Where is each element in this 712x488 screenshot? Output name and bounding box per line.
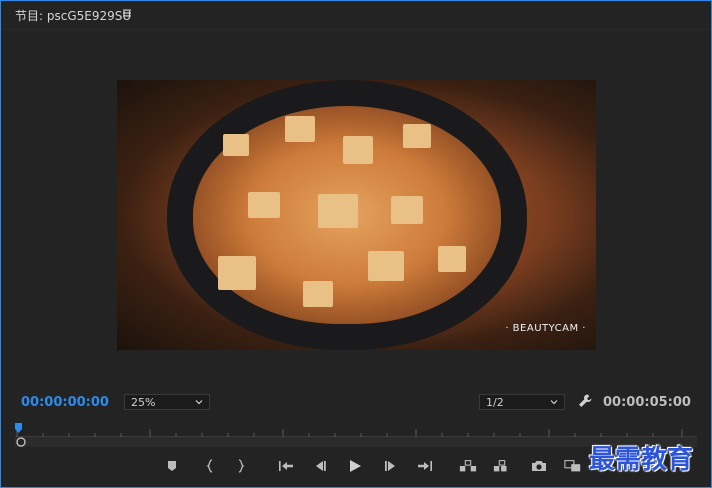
go-to-out-button[interactable] — [416, 457, 434, 475]
food-bowl-image — [167, 80, 527, 350]
add-marker-icon — [168, 461, 176, 471]
tofu-piece — [403, 124, 431, 148]
mark-out-button[interactable] — [232, 457, 250, 475]
tofu-piece — [318, 194, 358, 228]
mark-in-icon — [206, 459, 213, 473]
scrubber-handle[interactable] — [16, 437, 26, 447]
extract-button[interactable] — [493, 457, 511, 475]
tofu-piece — [343, 136, 373, 164]
current-timecode[interactable]: 00:00:00:00 — [21, 395, 109, 410]
zoom-level-value: 25% — [131, 396, 156, 409]
settings-wrench-icon[interactable] — [577, 393, 593, 409]
mark-out-icon — [238, 459, 245, 473]
tofu-piece — [248, 192, 280, 218]
program-monitor-panel: 节目: pscG5E929SU · BEAUTYCAM · 00:00:00:0… — [0, 0, 712, 488]
zoom-chevron-down-icon — [195, 400, 203, 405]
playhead-marker[interactable] — [15, 423, 23, 433]
tofu-piece — [218, 256, 256, 290]
step-back-button[interactable] — [311, 457, 329, 475]
duration-timecode: 00:00:05:00 — [603, 395, 691, 410]
video-watermark-text: · BEAUTYCAM · — [505, 323, 586, 334]
play-button[interactable] — [346, 457, 364, 475]
extract-icon — [493, 460, 507, 472]
tofu-piece — [285, 116, 315, 142]
comparison-view-button[interactable] — [564, 457, 582, 475]
tofu-piece — [223, 134, 249, 156]
program-video-frame: · BEAUTYCAM · — [117, 80, 596, 350]
video-viewport[interactable]: · BEAUTYCAM · — [1, 30, 711, 380]
go-to-in-button[interactable] — [277, 457, 295, 475]
step-back-icon — [316, 461, 326, 471]
resolution-value: 1/2 — [486, 396, 504, 409]
panel-header: 节目: pscG5E929SU — [1, 1, 711, 30]
tofu-piece — [368, 251, 404, 281]
go-to-in-icon — [279, 461, 293, 471]
tofu-piece — [438, 246, 466, 272]
mark-in-button[interactable] — [201, 457, 219, 475]
tofu-piece — [303, 281, 333, 307]
resolution-chevron-down-icon — [550, 400, 558, 405]
zoom-level-select[interactable]: 25% — [124, 394, 210, 410]
lift-icon — [459, 460, 477, 472]
comparison-view-icon — [564, 460, 581, 472]
panel-title[interactable]: 节目: pscG5E929SU — [15, 7, 131, 24]
play-icon — [350, 460, 361, 472]
step-forward-button[interactable] — [382, 457, 400, 475]
export-frame-button[interactable] — [530, 457, 548, 475]
step-forward-icon — [385, 461, 395, 471]
export-frame-camera-icon — [532, 461, 546, 471]
panel-menu-icon[interactable] — [122, 8, 132, 18]
site-watermark-logo: 最需教育 — [589, 445, 694, 475]
playback-resolution-select[interactable]: 1/2 — [479, 394, 565, 410]
time-ruler[interactable] — [15, 425, 697, 437]
lift-button[interactable] — [459, 457, 477, 475]
tofu-piece — [391, 196, 423, 224]
add-marker-button[interactable] — [163, 457, 181, 475]
go-to-out-icon — [418, 461, 432, 471]
